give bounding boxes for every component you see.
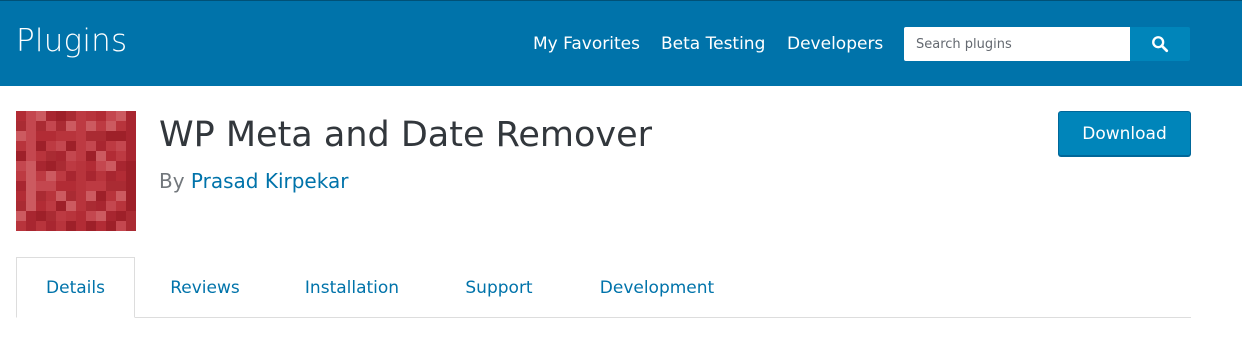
byline-prefix: By: [159, 169, 185, 193]
nav-beta-testing[interactable]: Beta Testing: [661, 34, 765, 56]
search-input[interactable]: [904, 27, 1130, 61]
plugin-icon: [16, 111, 136, 231]
search-icon: [1152, 36, 1169, 53]
site-header: Plugins My Favorites Beta Testing Develo…: [0, 0, 1242, 86]
plugin-byline: By Prasad Kirpekar: [159, 169, 348, 193]
section-title[interactable]: Plugins: [16, 23, 127, 59]
plugin-title: WP Meta and Date Remover: [159, 115, 653, 155]
nav-my-favorites[interactable]: My Favorites: [533, 34, 640, 56]
tab-development[interactable]: Development: [588, 257, 726, 318]
tab-support[interactable]: Support: [455, 257, 543, 318]
nav-developers[interactable]: Developers: [787, 34, 883, 56]
download-button[interactable]: Download: [1058, 111, 1191, 156]
author-link[interactable]: Prasad Kirpekar: [191, 169, 349, 193]
tab-installation[interactable]: Installation: [295, 257, 409, 318]
search-button[interactable]: [1130, 27, 1190, 61]
tab-details[interactable]: Details: [16, 257, 135, 318]
tab-reviews[interactable]: Reviews: [160, 257, 250, 318]
